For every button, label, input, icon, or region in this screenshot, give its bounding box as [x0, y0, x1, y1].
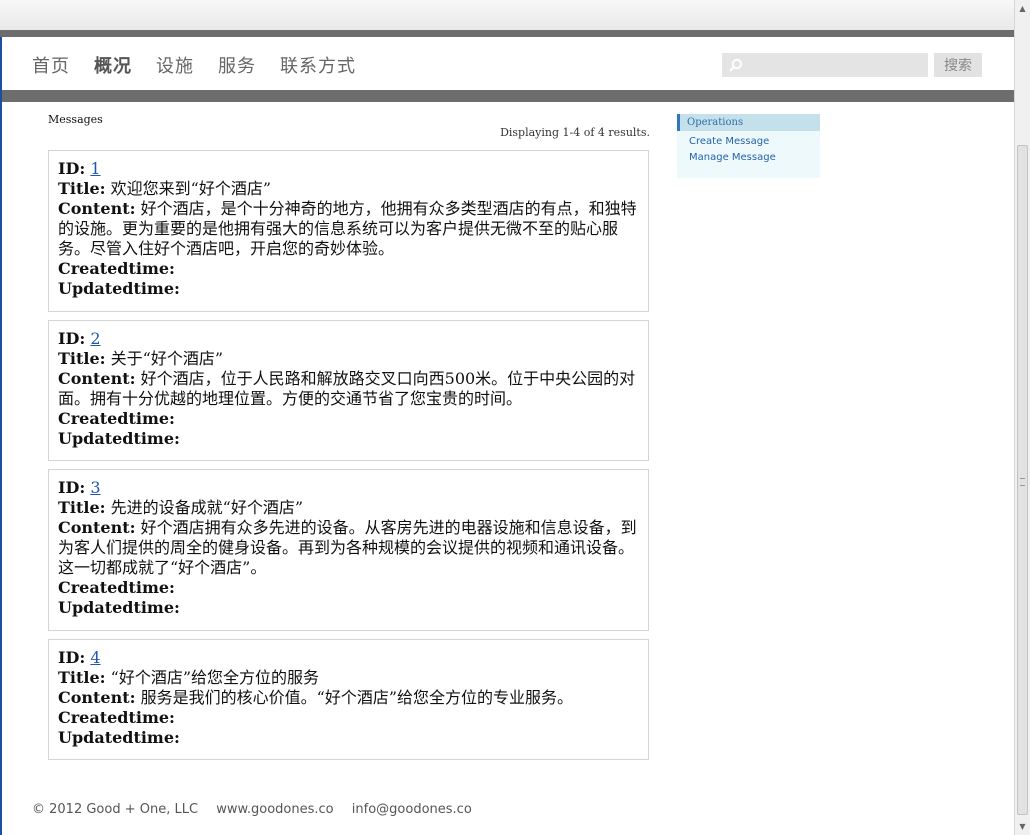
createdtime-label: Createdtime: [58, 409, 175, 428]
message-content: 服务是我们的核心价值。“好个酒店”给您全方位的专业服务。 [140, 688, 574, 707]
message-title: 欢迎您来到“好个酒店” [110, 179, 272, 198]
content-label: Content: [58, 688, 136, 707]
results-summary: Displaying 1-4 of 4 results. [500, 126, 650, 139]
nav-item-services[interactable]: 服务 [218, 52, 256, 78]
title-label: Title: [58, 349, 106, 368]
header-bottom-bar [0, 90, 1014, 102]
message-content: 好个酒店拥有众多先进的设备。从客房先进的电器设施和信息设备，到为客人们提供的周全… [58, 518, 637, 577]
scroll-up-arrow-icon[interactable]: ▲ [1016, 2, 1029, 15]
message-id-link[interactable]: 1 [90, 159, 100, 178]
updatedtime-label: Updatedtime: [58, 279, 180, 298]
id-label: ID: [58, 159, 86, 178]
title-label: Title: [58, 498, 106, 517]
content-label: Content: [58, 369, 136, 388]
createdtime-label: Createdtime: [58, 708, 175, 727]
header-top-bar [0, 30, 1014, 37]
footer-site-link[interactable]: www.goodones.co [216, 802, 333, 817]
window-top-strip [0, 0, 1014, 30]
footer-copyright: © 2012 Good + One, LLC [32, 802, 199, 817]
create-message-link[interactable]: Create Message [689, 136, 820, 147]
title-label: Title: [58, 179, 106, 198]
content-label: Content: [58, 199, 136, 218]
scroll-down-arrow-icon[interactable]: ▼ [1016, 820, 1029, 833]
message-content: 好个酒店，位于人民路和解放路交叉口向西500米。位于中央公园的对面。拥有十分优越… [58, 369, 636, 408]
manage-message-link[interactable]: Manage Message [689, 152, 820, 163]
content-label: Content: [58, 518, 136, 537]
updatedtime-label: Updatedtime: [58, 598, 180, 617]
message-id-link[interactable]: 3 [90, 478, 100, 497]
message-card: ID: 2 Title: 关于“好个酒店” Content: 好个酒店，位于人民… [48, 320, 649, 461]
createdtime-label: Createdtime: [58, 259, 175, 278]
search-icon [728, 57, 744, 73]
message-content: 好个酒店，是个十分神奇的地方，他拥有众多类型酒店的有点，和独特的设施。更为重要的… [58, 199, 637, 258]
updatedtime-label: Updatedtime: [58, 429, 180, 448]
message-id-link[interactable]: 2 [90, 329, 100, 348]
message-title: 先进的设备成就“好个酒店” [110, 498, 304, 517]
updatedtime-label: Updatedtime: [58, 728, 180, 747]
id-label: ID: [58, 329, 86, 348]
search-input[interactable] [722, 53, 928, 77]
operations-panel: Operations Create Message Manage Message [677, 114, 820, 178]
search-button[interactable]: 搜索 [934, 53, 982, 77]
footer-email-link[interactable]: info@goodones.co [352, 802, 472, 817]
title-label: Title: [58, 668, 106, 687]
message-id-link[interactable]: 4 [90, 648, 100, 667]
operations-title: Operations [677, 114, 820, 131]
createdtime-label: Createdtime: [58, 578, 175, 597]
vertical-scrollbar[interactable]: ▲ ▼ [1014, 0, 1030, 835]
message-card: ID: 3 Title: 先进的设备成就“好个酒店” Content: 好个酒店… [48, 469, 649, 631]
scroll-grip-icon [1020, 478, 1025, 486]
message-card: ID: 4 Title: “好个酒店”给您全方位的服务 Content: 服务是… [48, 639, 649, 760]
nav-item-contact[interactable]: 联系方式 [280, 52, 356, 78]
scroll-thumb[interactable] [1017, 145, 1028, 815]
nav-item-facilities[interactable]: 设施 [156, 52, 194, 78]
footer: © 2012 Good + One, LLC www.goodones.co i… [32, 802, 486, 817]
message-title: 关于“好个酒店” [110, 349, 224, 368]
message-title: “好个酒店”给您全方位的服务 [110, 668, 320, 687]
id-label: ID: [58, 648, 86, 667]
nav-item-overview[interactable]: 概况 [94, 52, 132, 78]
id-label: ID: [58, 478, 86, 497]
breadcrumb: Messages [48, 113, 103, 126]
main-nav: 首页 概况 设施 服务 联系方式 [32, 52, 380, 78]
left-edge-line [0, 37, 2, 835]
nav-item-home[interactable]: 首页 [32, 52, 70, 78]
message-card: ID: 1 Title: 欢迎您来到“好个酒店” Content: 好个酒店，是… [48, 150, 649, 312]
